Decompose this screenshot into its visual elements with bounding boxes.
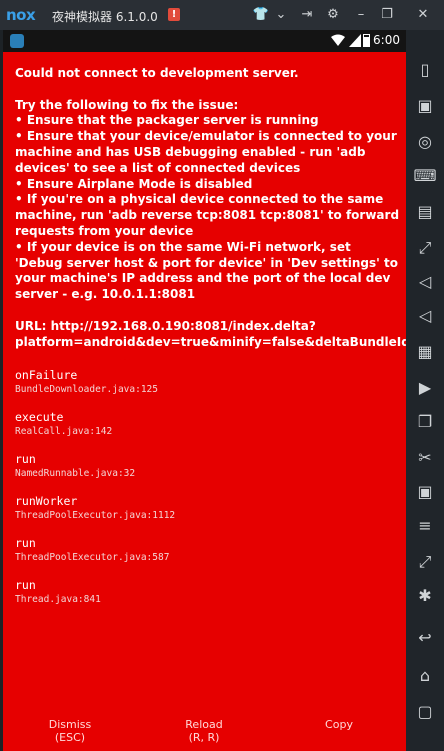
emulator-title-bar: nox 夜神模拟器 6.1.0.0 ! 👕 ⌄ ⇥ ⚙ – ❐ ✕ bbox=[0, 0, 444, 30]
stack-frame[interactable]: runWorker ThreadPoolExecutor.java:1112 bbox=[15, 494, 401, 522]
multi-instance-icon[interactable]: ❐ bbox=[413, 410, 437, 434]
reload-button[interactable]: Reload (R, R) bbox=[149, 718, 259, 744]
stack-frame-file: ThreadPoolExecutor.java:1112 bbox=[15, 510, 176, 522]
restore-icon[interactable]: ❐ bbox=[378, 6, 396, 24]
apk-install-icon[interactable]: ▤ bbox=[413, 200, 437, 224]
stack-frame-method: run bbox=[15, 452, 36, 467]
stack-frame-file: Thread.java:841 bbox=[15, 594, 101, 606]
stack-frame-file: ThreadPoolExecutor.java:587 bbox=[15, 552, 170, 564]
recent-apps-icon[interactable]: ▢ bbox=[413, 700, 437, 724]
menu-icon[interactable]: ≡ bbox=[413, 514, 437, 538]
status-time: 6:00 bbox=[373, 33, 400, 47]
shirt-icon[interactable]: 👕 bbox=[252, 6, 270, 24]
robot-icon[interactable]: ▣ bbox=[413, 94, 437, 118]
wifi-icon bbox=[331, 34, 345, 46]
video-record-icon[interactable]: ▶ bbox=[413, 376, 437, 400]
stack-frame-method: run bbox=[15, 536, 36, 551]
close-icon[interactable]: ✕ bbox=[414, 6, 432, 24]
dismiss-shortcut: (ESC) bbox=[54, 731, 86, 744]
stack-frame[interactable]: onFailure BundleDownloader.java:125 bbox=[15, 368, 401, 396]
emulator-title: 夜神模拟器 6.1.0.0 bbox=[52, 10, 158, 24]
chevron-down-icon[interactable]: ⌄ bbox=[272, 6, 290, 24]
nox-logo: nox bbox=[6, 6, 36, 24]
stack-frame-method: runWorker bbox=[15, 494, 78, 509]
stack-trace: onFailure BundleDownloader.java:125 execut… bbox=[15, 368, 401, 606]
android-status-bar: 6:00 bbox=[3, 30, 406, 52]
error-message: Could not connect to development server.… bbox=[15, 66, 406, 349]
cell-signal-icon bbox=[349, 34, 361, 47]
copy-button[interactable]: Copy bbox=[284, 718, 394, 731]
scissors-icon[interactable]: ✂ bbox=[413, 446, 437, 470]
stack-frame[interactable]: run NamedRunnable.java:32 bbox=[15, 452, 401, 480]
home-icon[interactable]: ⌂ bbox=[413, 664, 437, 688]
volume-down-icon[interactable]: ◁ bbox=[413, 304, 437, 328]
fullscreen-icon[interactable]: ⤢ bbox=[413, 236, 437, 260]
stack-frame-file: BundleDownloader.java:125 bbox=[15, 384, 158, 396]
redbox-content: Could not connect to development server.… bbox=[15, 66, 406, 620]
gear-icon[interactable]: ⚙ bbox=[324, 6, 342, 24]
android-screen: 6:00 Could not connect to development se… bbox=[3, 30, 406, 751]
alert-badge[interactable]: ! bbox=[168, 8, 180, 21]
stack-frame[interactable]: run ThreadPoolExecutor.java:587 bbox=[15, 536, 401, 564]
stack-frame-file: NamedRunnable.java:32 bbox=[15, 468, 136, 480]
screenshot-icon[interactable]: ▦ bbox=[413, 340, 437, 364]
copy-label: Copy bbox=[325, 718, 353, 731]
dismiss-label: Dismiss bbox=[48, 718, 92, 731]
stack-frame-method: execute bbox=[15, 410, 64, 425]
battery-icon bbox=[363, 34, 370, 47]
emulator-toolbar: ▯ ▣ ◎ ⌨ ▤ ⤢ ◁ ◁ ▦ ▶ ❐ ✂ ▣ ≡ ⤢ ✱ ↩ ⌂ ▢ bbox=[406, 30, 444, 751]
add-window-icon[interactable]: ▣ bbox=[413, 480, 437, 504]
dismiss-button[interactable]: Dismiss (ESC) bbox=[15, 718, 125, 744]
redbox-button-bar: Dismiss (ESC) Reload (R, R) Copy bbox=[3, 716, 406, 751]
shake-icon[interactable]: ⤢ bbox=[413, 550, 437, 574]
stack-frame-file: RealCall.java:142 bbox=[15, 426, 113, 438]
minimize-icon[interactable]: – bbox=[352, 6, 370, 24]
phone-icon[interactable]: ▯ bbox=[413, 58, 437, 82]
reload-shortcut: (R, R) bbox=[188, 731, 220, 744]
stack-frame[interactable]: run Thread.java:841 bbox=[15, 578, 401, 606]
reload-label: Reload bbox=[185, 718, 223, 731]
stack-frame-method: onFailure bbox=[15, 368, 78, 383]
pin-icon[interactable]: ⇥ bbox=[298, 6, 316, 24]
app-notification-icon bbox=[10, 34, 24, 48]
keyboard-icon[interactable]: ⌨ bbox=[413, 164, 437, 188]
back-icon[interactable]: ↩ bbox=[413, 626, 437, 650]
stack-frame-method: run bbox=[15, 578, 36, 593]
stack-frame[interactable]: execute RealCall.java:142 bbox=[15, 410, 401, 438]
loading-icon[interactable]: ✱ bbox=[413, 584, 437, 608]
volume-up-icon[interactable]: ◁ bbox=[413, 270, 437, 294]
location-icon[interactable]: ◎ bbox=[413, 130, 437, 154]
